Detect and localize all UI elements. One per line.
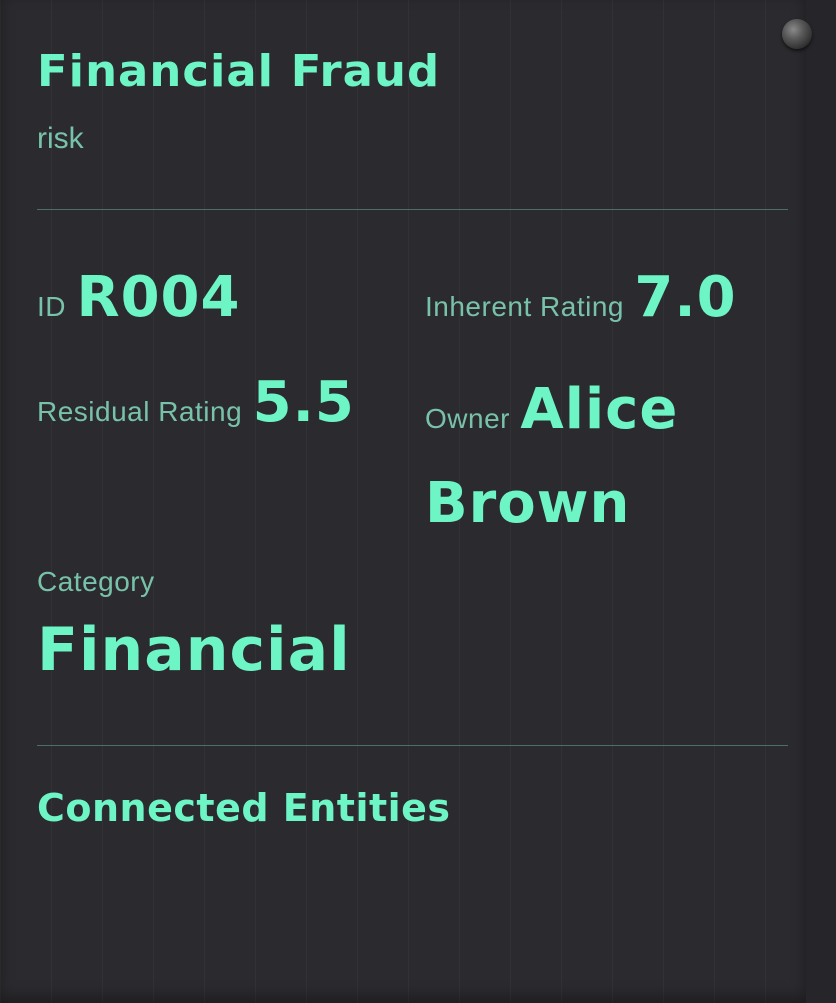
inherent-rating-value: 7.0 xyxy=(634,265,737,330)
residual-rating-value: 5.5 xyxy=(252,370,355,435)
category-value-wrap: Financial xyxy=(37,615,351,685)
owner-field: Owner Alice Brown xyxy=(425,370,795,558)
detail-panel: Financial Fraud risk ID R004 Inherent Ra… xyxy=(0,0,812,1003)
header-divider xyxy=(37,209,788,210)
scroll-knob-icon[interactable] xyxy=(782,19,812,49)
inherent-rating-label: Inherent Rating xyxy=(425,291,624,322)
connected-entities-heading: Connected Entities xyxy=(37,786,451,830)
residual-rating-field: Residual Rating 5.5 xyxy=(37,370,355,435)
page-title: Financial Fraud xyxy=(37,46,441,97)
owner-value: Alice Brown xyxy=(425,377,679,536)
section-divider xyxy=(37,745,788,746)
connected-entities-list xyxy=(37,850,788,990)
owner-label: Owner xyxy=(425,403,510,434)
id-value: R004 xyxy=(76,265,241,330)
category-value: Financial xyxy=(37,615,351,685)
entity-type-label: risk xyxy=(37,122,84,155)
residual-rating-label: Residual Rating xyxy=(37,396,243,427)
inherent-rating-field: Inherent Rating 7.0 xyxy=(425,265,737,330)
id-label: ID xyxy=(37,291,66,322)
id-field: ID R004 xyxy=(37,265,240,330)
category-label: Category xyxy=(37,566,155,597)
category-label-wrap: Category xyxy=(37,566,155,598)
